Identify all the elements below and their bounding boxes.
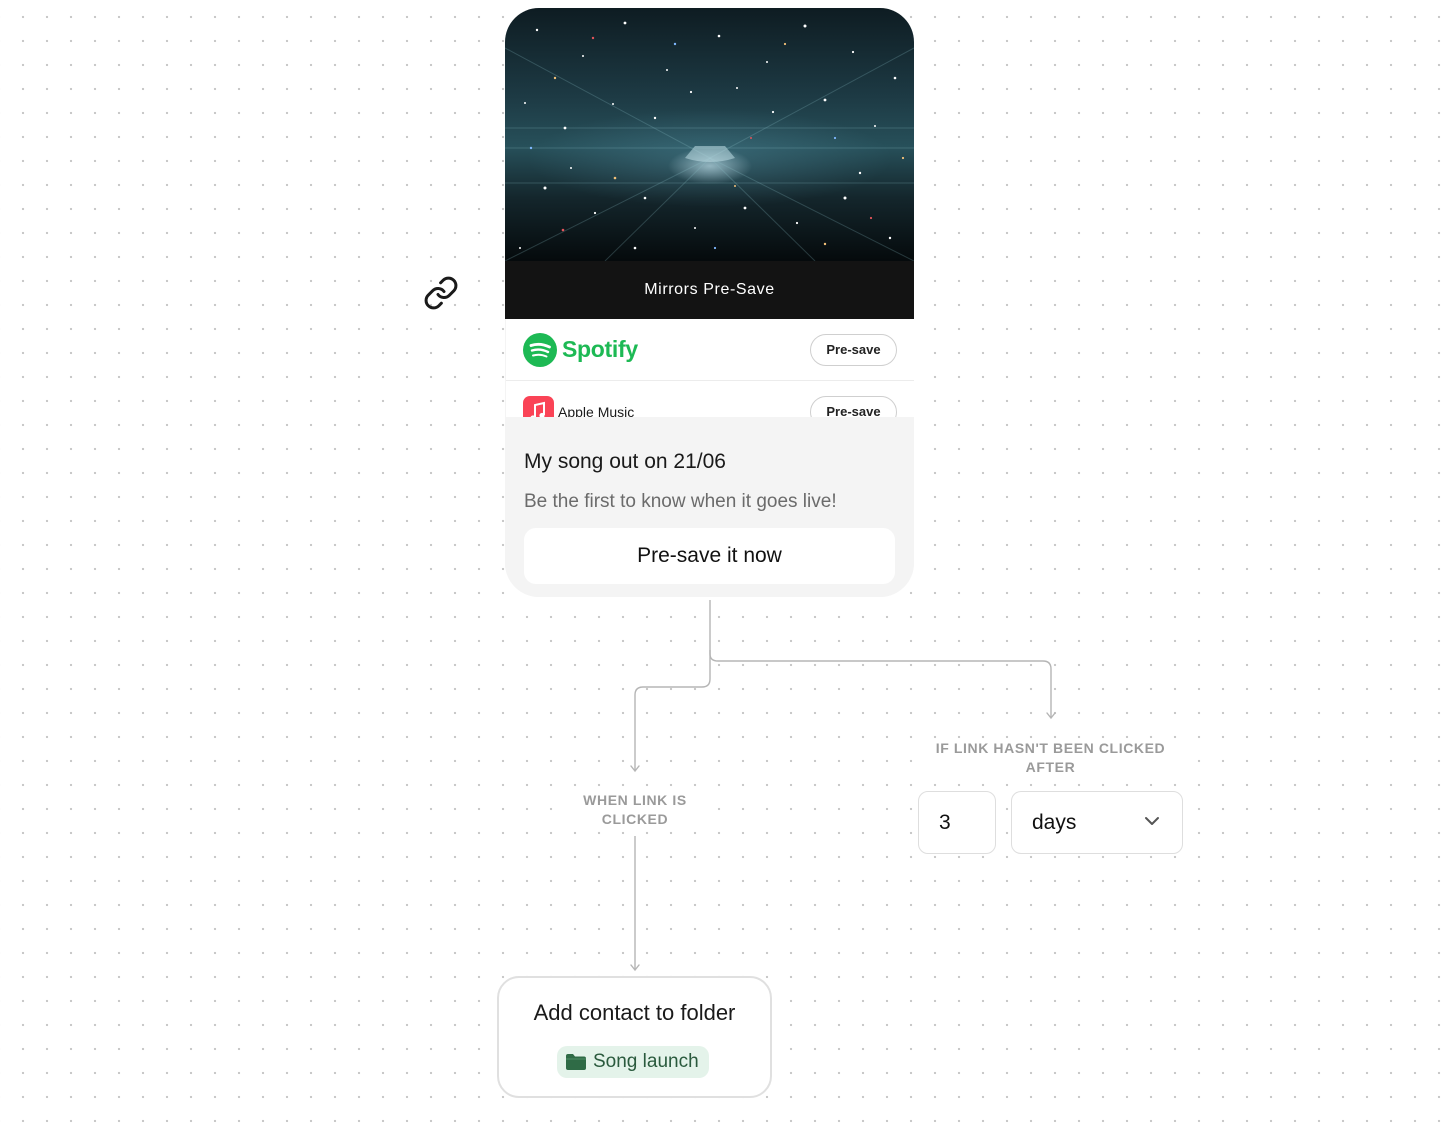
preview-title: My song out on 21/06 — [524, 450, 726, 473]
apple-music-icon — [523, 396, 554, 417]
hero-title: Mirrors Pre-Save — [644, 281, 775, 298]
service-name: Apple Music — [558, 403, 635, 418]
preview-subtitle: Be the first to know when it goes live! — [524, 491, 837, 512]
presave-button-apple-music[interactable]: Pre-save — [810, 395, 897, 417]
spotify-logo: Spotify — [523, 332, 638, 367]
link-icon[interactable] — [423, 275, 459, 311]
add-to-folder-action-card[interactable]: Add contact to folder Song launch — [497, 976, 772, 1098]
chevron-down-icon — [1145, 817, 1159, 825]
branch-label-not-clicked: IF LINK HASN'T BEEN CLICKED AFTER — [918, 739, 1183, 777]
spotify-icon — [523, 332, 557, 367]
service-row-spotify: Spotify Pre-save — [506, 319, 914, 381]
streaming-services-list: Spotify Pre-save Apple Music Pre-save — [506, 319, 914, 417]
presave-preview-card[interactable]: Mirrors Pre-Save Spotify Pre-save Apple … — [505, 8, 914, 597]
delay-unit: days — [1032, 810, 1077, 834]
hero-title-band: Mirrors Pre-Save — [505, 261, 914, 319]
apple-music-logo: Apple Music — [523, 396, 634, 417]
delay-value: 3 — [939, 810, 951, 834]
delay-value-input[interactable]: 3 — [918, 791, 996, 854]
branch-label-clicked: WHEN LINK IS CLICKED — [570, 791, 700, 829]
folder-name: Song launch — [593, 1051, 699, 1072]
folder-chip[interactable]: Song launch — [557, 1046, 709, 1078]
hero-image — [505, 8, 914, 261]
service-name: Spotify — [562, 336, 638, 362]
presave-cta-button[interactable]: Pre-save it now — [524, 528, 895, 584]
service-row-apple-music: Apple Music Pre-save — [506, 381, 914, 417]
folder-icon — [566, 1054, 586, 1070]
delay-unit-select[interactable]: days — [1011, 791, 1183, 854]
presave-button-spotify[interactable]: Pre-save — [810, 333, 897, 366]
info-panel: My song out on 21/06 Be the first to kno… — [505, 417, 914, 597]
action-title: Add contact to folder — [533, 1000, 736, 1025]
